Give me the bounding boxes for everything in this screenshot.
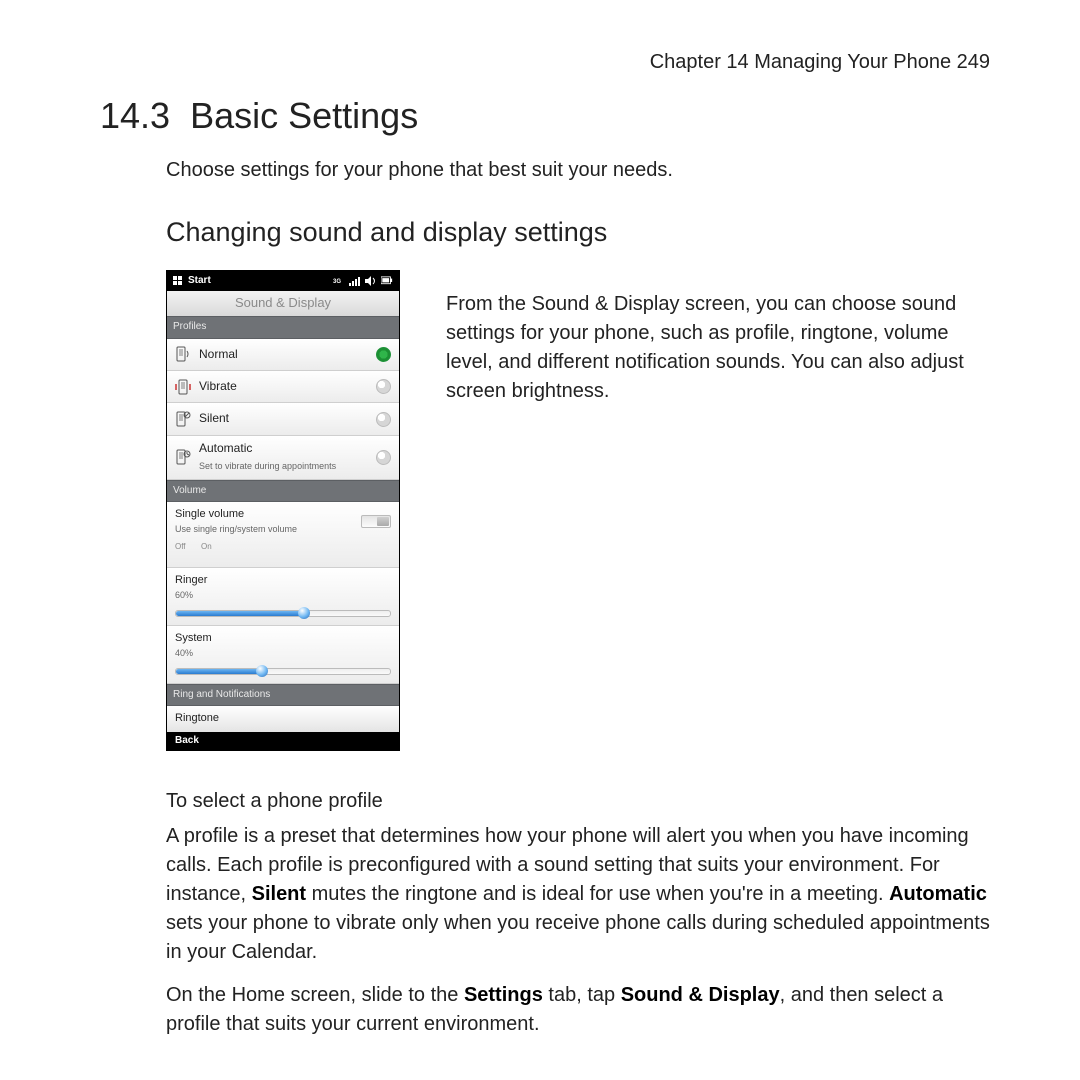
system-label: System — [175, 631, 391, 647]
toggle-on-label: On — [201, 541, 212, 553]
intro-text: Choose settings for your phone that best… — [166, 156, 990, 185]
chapter-header: Chapter 14 Managing Your Phone 249 — [650, 48, 990, 77]
phone-silent-icon — [175, 411, 191, 427]
toggle-off-label: Off — [175, 541, 186, 553]
text-run: mutes the ringtone and is ideal for use … — [306, 883, 889, 905]
text-run: On the Home screen, slide to the — [166, 984, 464, 1006]
single-volume-label: Single volume — [175, 507, 297, 523]
profile-label: Normal — [199, 346, 376, 363]
profile-label: Silent — [199, 410, 376, 427]
subsection-heading: Changing sound and display settings — [166, 213, 990, 252]
system-slider[interactable] — [175, 668, 391, 675]
ringer-percent: 60% — [175, 589, 391, 602]
single-volume-toggle[interactable] — [361, 515, 391, 528]
profile-row-silent[interactable]: Silent — [167, 403, 399, 435]
profile-row-vibrate[interactable]: Vibrate — [167, 371, 399, 403]
speaker-icon — [365, 276, 377, 286]
navigation-paragraph: On the Home screen, slide to the Setting… — [166, 981, 990, 1039]
windows-logo-icon — [173, 276, 184, 287]
strong-silent: Silent — [252, 883, 306, 905]
radio-unselected-icon[interactable] — [376, 379, 391, 394]
screen-title: Sound & Display — [167, 291, 399, 316]
phone-screenshot: Start 3G Sound & Display Profiles — [166, 270, 400, 751]
signal-icon — [349, 276, 361, 286]
profile-label-group: Automatic Set to vibrate during appointm… — [199, 440, 376, 475]
text-run: tab, tap — [543, 984, 621, 1006]
section-number: 14.3 — [100, 95, 170, 136]
profile-paragraph: A profile is a preset that determines ho… — [166, 822, 990, 967]
network-3g-icon: 3G — [333, 276, 345, 286]
strong-settings: Settings — [464, 984, 543, 1006]
strong-automatic: Automatic — [889, 883, 987, 905]
ringer-slider[interactable] — [175, 610, 391, 617]
section-heading: 14.3 Basic Settings — [100, 90, 990, 142]
profile-sublabel: Set to vibrate during appointments — [199, 461, 336, 471]
radio-unselected-icon[interactable] — [376, 450, 391, 465]
radio-unselected-icon[interactable] — [376, 412, 391, 427]
single-volume-row[interactable]: Single volume Use single ring/system vol… — [167, 502, 399, 568]
ringer-label: Ringer — [175, 573, 391, 589]
section-header-profiles: Profiles — [167, 316, 399, 339]
profile-label: Automatic — [199, 441, 252, 455]
start-label[interactable]: Start — [188, 274, 329, 289]
text-run: sets your phone to vibrate only when you… — [166, 912, 990, 963]
phone-auto-icon — [175, 449, 191, 465]
system-percent: 40% — [175, 647, 391, 660]
section-header-volume: Volume — [167, 480, 399, 503]
strong-sound-display: Sound & Display — [621, 984, 780, 1006]
profile-subheading: To select a phone profile — [166, 787, 990, 816]
soft-key-bar: Back — [167, 732, 399, 750]
radio-selected-icon[interactable] — [376, 347, 391, 362]
profile-row-normal[interactable]: Normal — [167, 339, 399, 371]
svg-text:3G: 3G — [333, 279, 341, 285]
section-title-text: Basic Settings — [190, 95, 418, 136]
system-row: System 40% — [167, 626, 399, 684]
ringtone-row[interactable]: Ringtone — [167, 706, 399, 732]
phone-vibrate-icon — [175, 379, 191, 395]
profile-row-automatic[interactable]: Automatic Set to vibrate during appointm… — [167, 436, 399, 480]
section-header-ring: Ring and Notifications — [167, 684, 399, 707]
title-bar[interactable]: Start 3G — [167, 271, 399, 291]
phone-sound-icon — [175, 346, 191, 362]
screenshot-description: From the Sound & Display screen, you can… — [446, 290, 986, 406]
ringer-row: Ringer 60% — [167, 568, 399, 626]
back-button[interactable]: Back — [175, 734, 199, 749]
battery-icon — [381, 276, 393, 286]
profile-label: Vibrate — [199, 378, 376, 395]
